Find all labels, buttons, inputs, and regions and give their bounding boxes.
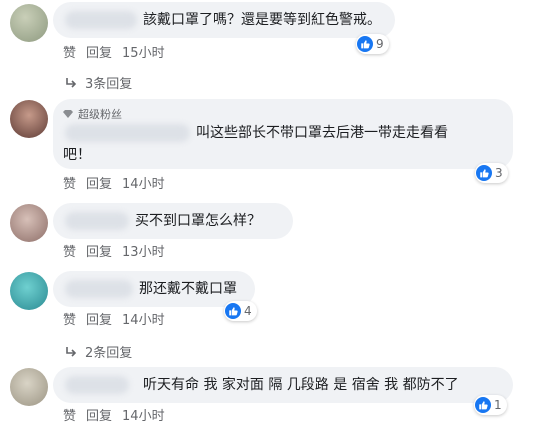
like-button[interactable]: 赞 bbox=[63, 173, 76, 192]
comment-text: 买不到口罩怎么样？ bbox=[135, 213, 261, 229]
like-count-badge[interactable]: 1 bbox=[474, 395, 507, 415]
thumbs-up-icon bbox=[225, 303, 241, 319]
avatar[interactable] bbox=[10, 272, 48, 310]
comment-text: 那还戴不戴口罩 bbox=[139, 281, 237, 297]
comment-actions: 赞 回复 14小时 bbox=[63, 173, 165, 192]
reply-button[interactable]: 回复 bbox=[86, 309, 112, 328]
avatar[interactable] bbox=[10, 204, 48, 242]
like-count-badge[interactable]: 3 bbox=[475, 163, 508, 183]
reply-button[interactable]: 回复 bbox=[86, 42, 112, 61]
avatar[interactable] bbox=[10, 368, 48, 406]
blurred-username bbox=[65, 124, 190, 142]
reply-button[interactable]: 回复 bbox=[86, 405, 112, 424]
blurred-username bbox=[65, 212, 129, 230]
comment-text-line2: 吧！ bbox=[63, 147, 91, 163]
thumbs-up-icon bbox=[476, 165, 492, 181]
timestamp: 14小时 bbox=[122, 177, 165, 192]
like-count: 9 bbox=[376, 37, 384, 51]
super-fan-badge: 超级粉丝 bbox=[62, 106, 122, 122]
like-count-badge[interactable]: 4 bbox=[224, 301, 257, 321]
replies-count: 2条回复 bbox=[85, 346, 133, 361]
view-replies-link[interactable]: 2条回复 bbox=[65, 342, 132, 361]
reply-button[interactable]: 回复 bbox=[86, 173, 112, 192]
timestamp: 15小时 bbox=[122, 46, 165, 61]
like-button[interactable]: 赞 bbox=[63, 241, 76, 260]
comment-actions: 赞 回复 13小时 bbox=[63, 241, 165, 260]
like-count: 3 bbox=[495, 166, 503, 180]
like-count: 1 bbox=[494, 398, 502, 412]
blurred-username bbox=[65, 11, 137, 29]
timestamp: 14小时 bbox=[122, 409, 165, 424]
blurred-username bbox=[65, 280, 133, 298]
like-count: 4 bbox=[244, 304, 252, 318]
timestamp: 14小时 bbox=[122, 313, 165, 328]
like-button[interactable]: 赞 bbox=[63, 405, 76, 424]
comment-text: 听天有命 我 家对面 隔 几段路 是 宿舍 我 都防不了 bbox=[143, 377, 459, 393]
replies-count: 3条回复 bbox=[85, 77, 133, 92]
reply-arrow-icon bbox=[66, 77, 77, 88]
super-fan-label: 超级粉丝 bbox=[78, 108, 122, 121]
reply-arrow-icon bbox=[66, 346, 77, 357]
reply-button[interactable]: 回复 bbox=[86, 241, 112, 260]
avatar[interactable] bbox=[10, 4, 48, 42]
timestamp: 13小时 bbox=[122, 245, 165, 260]
like-count-badge[interactable]: 9 bbox=[356, 34, 389, 54]
diamond-icon bbox=[63, 110, 73, 118]
thumbs-up-icon bbox=[475, 397, 491, 413]
like-button[interactable]: 赞 bbox=[63, 309, 76, 328]
comment-actions: 赞 回复 14小时 bbox=[63, 309, 165, 328]
comment-text: 該戴口罩了嗎？還是要等到紅色警戒。 bbox=[143, 12, 381, 28]
view-replies-link[interactable]: 3条回复 bbox=[65, 73, 132, 92]
comment-text-line1: 叫这些部长不带口罩去后港一带走走看看 bbox=[196, 125, 448, 141]
avatar[interactable] bbox=[10, 100, 48, 138]
comment-actions: 赞 回复 15小时 bbox=[63, 42, 165, 61]
like-button[interactable]: 赞 bbox=[63, 42, 76, 61]
comment-actions: 赞 回复 14小时 bbox=[63, 405, 165, 424]
thumbs-up-icon bbox=[357, 36, 373, 52]
blurred-username bbox=[65, 376, 129, 394]
